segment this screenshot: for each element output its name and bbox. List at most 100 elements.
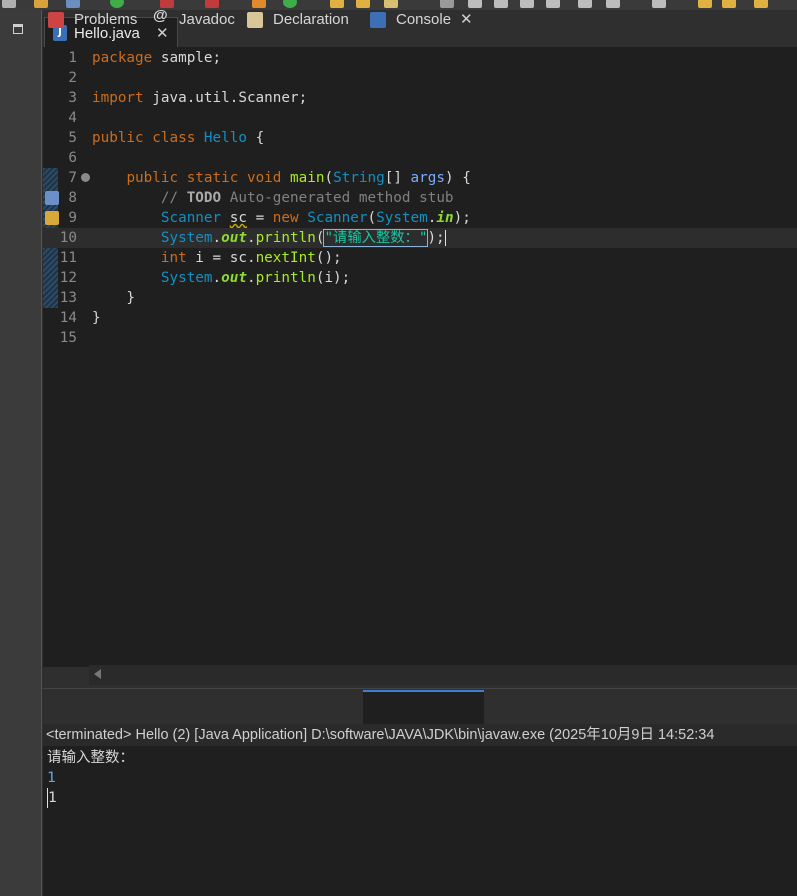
code-token: Scanner <box>160 210 222 226</box>
scroll-left-icon[interactable] <box>94 669 101 679</box>
code-token: void <box>246 170 282 186</box>
active-tab-indicator <box>363 690 484 724</box>
toolbar-tool-icon[interactable] <box>440 0 454 8</box>
code-line[interactable]: 6 <box>43 148 797 168</box>
tab-label: Problems <box>74 11 138 28</box>
tab-problems[interactable]: Problems <box>48 8 148 32</box>
toolbar-tool-icon[interactable] <box>34 0 48 8</box>
code-line[interactable]: 3 import java.util.Scanner; <box>43 88 797 108</box>
line-number: 4 <box>68 110 77 126</box>
code-line[interactable]: 2 <box>43 68 797 88</box>
close-icon[interactable]: ✕ <box>460 8 473 32</box>
code-token: } <box>92 310 101 326</box>
console-output[interactable]: 请输入整数： 1 1 <box>43 746 797 896</box>
code-token: . <box>212 270 222 286</box>
back-arrow-icon[interactable] <box>754 0 768 8</box>
code-text: System.out.println(i); <box>92 268 350 288</box>
code-token: in <box>436 210 454 226</box>
code-token: { <box>246 130 265 146</box>
code-token: out <box>221 230 247 246</box>
code-text: import java.util.Scanner; <box>92 88 307 108</box>
line-number: 2 <box>68 70 77 86</box>
code-line[interactable]: 12 System.out.println(i); <box>43 268 797 288</box>
toolbar-tool-icon[interactable] <box>578 0 592 8</box>
code-token: nextInt <box>255 250 316 266</box>
tab-declaration[interactable]: Declaration <box>247 8 359 32</box>
javadoc-icon: @ <box>153 7 168 24</box>
code-text: int i = sc.nextInt(); <box>92 248 342 268</box>
line-number: 5 <box>68 130 77 146</box>
console-header-text: <terminated> Hello (2) [Java Application… <box>46 727 715 743</box>
toolbar-tool-icon[interactable] <box>546 0 560 8</box>
horizontal-scrollbar[interactable] <box>89 665 797 685</box>
forward-arrow-icon[interactable] <box>722 0 736 8</box>
code-line[interactable]: 14} <box>43 308 797 328</box>
code-token: "请输入整数：" <box>323 229 429 247</box>
code-line[interactable]: 1 package sample; <box>43 48 797 68</box>
code-text: public static void main(String[] args) { <box>92 168 470 188</box>
line-number: 12 <box>59 270 77 286</box>
toolbar-tool-icon[interactable] <box>468 0 482 8</box>
code-line[interactable]: 11 int i = sc.nextInt(); <box>43 248 797 268</box>
toolbar-tool-icon[interactable] <box>606 0 620 8</box>
run-icon[interactable] <box>110 0 124 8</box>
code-token: sc <box>229 210 247 226</box>
code-token: static <box>186 170 239 186</box>
code-line[interactable]: 9 Scanner sc = new Scanner(System.in); <box>43 208 797 228</box>
code-text: } <box>92 288 135 308</box>
toolbar-tool-icon[interactable] <box>652 0 666 8</box>
toolbar-tool-icon[interactable] <box>66 0 80 8</box>
tab-javadoc[interactable]: @ Javadoc <box>153 8 241 32</box>
line-number: 13 <box>59 290 77 306</box>
toolbar-tool-icon[interactable] <box>384 0 398 8</box>
code-line[interactable]: 15 <box>43 328 797 348</box>
code-token: ( <box>324 170 334 186</box>
toolbar-tool-icon[interactable] <box>252 0 266 8</box>
open-folder-icon[interactable] <box>330 0 344 8</box>
restore-icon[interactable] <box>13 24 23 34</box>
code-token: class <box>152 130 196 146</box>
code-token: i = sc. <box>186 250 256 266</box>
code-line[interactable]: 4 <box>43 108 797 128</box>
warning-marker-icon[interactable] <box>45 211 59 225</box>
code-token: out <box>221 270 247 286</box>
debug-icon[interactable] <box>205 0 219 8</box>
console-line: 请输入整数： <box>47 750 134 766</box>
line-number: 7 <box>68 170 77 186</box>
tab-label: Javadoc <box>179 11 235 28</box>
fold-toggle-icon[interactable] <box>81 173 90 182</box>
code-token: . <box>246 230 256 246</box>
tab-console[interactable]: Console ✕ <box>370 8 480 32</box>
code-token: println <box>255 270 316 286</box>
code-line[interactable]: 5 public class Hello { <box>43 128 797 148</box>
code-line[interactable]: 8 // TODO Auto-generated method stub <box>43 188 797 208</box>
code-token: . <box>246 270 256 286</box>
code-token: = <box>246 210 273 226</box>
code-token: } <box>92 290 136 306</box>
code-token: [] <box>384 170 411 186</box>
task-marker-icon[interactable] <box>45 191 59 205</box>
toolbar-tool-icon[interactable] <box>2 0 16 8</box>
toolbar-tool-icon[interactable] <box>494 0 508 8</box>
code-token: import <box>92 90 144 106</box>
back-arrow-icon[interactable] <box>698 0 712 8</box>
code-line[interactable]: 13 } <box>43 288 797 308</box>
line-number: 10 <box>59 230 77 246</box>
code-token: ( <box>367 210 377 226</box>
open-folder-icon[interactable] <box>356 0 370 8</box>
run-icon[interactable] <box>283 0 297 8</box>
code-token: // <box>160 190 187 206</box>
console-line: 1 <box>47 788 57 808</box>
minimized-view-stack <box>0 10 42 896</box>
console-line: 1 <box>47 770 56 786</box>
code-line[interactable]: 7 public static void main(String[] args)… <box>43 168 797 188</box>
code-line[interactable]: 10 System.out.println("请输入整数："); <box>43 228 797 248</box>
toolbar-tool-icon[interactable] <box>520 0 534 8</box>
tab-label: Declaration <box>273 11 349 28</box>
